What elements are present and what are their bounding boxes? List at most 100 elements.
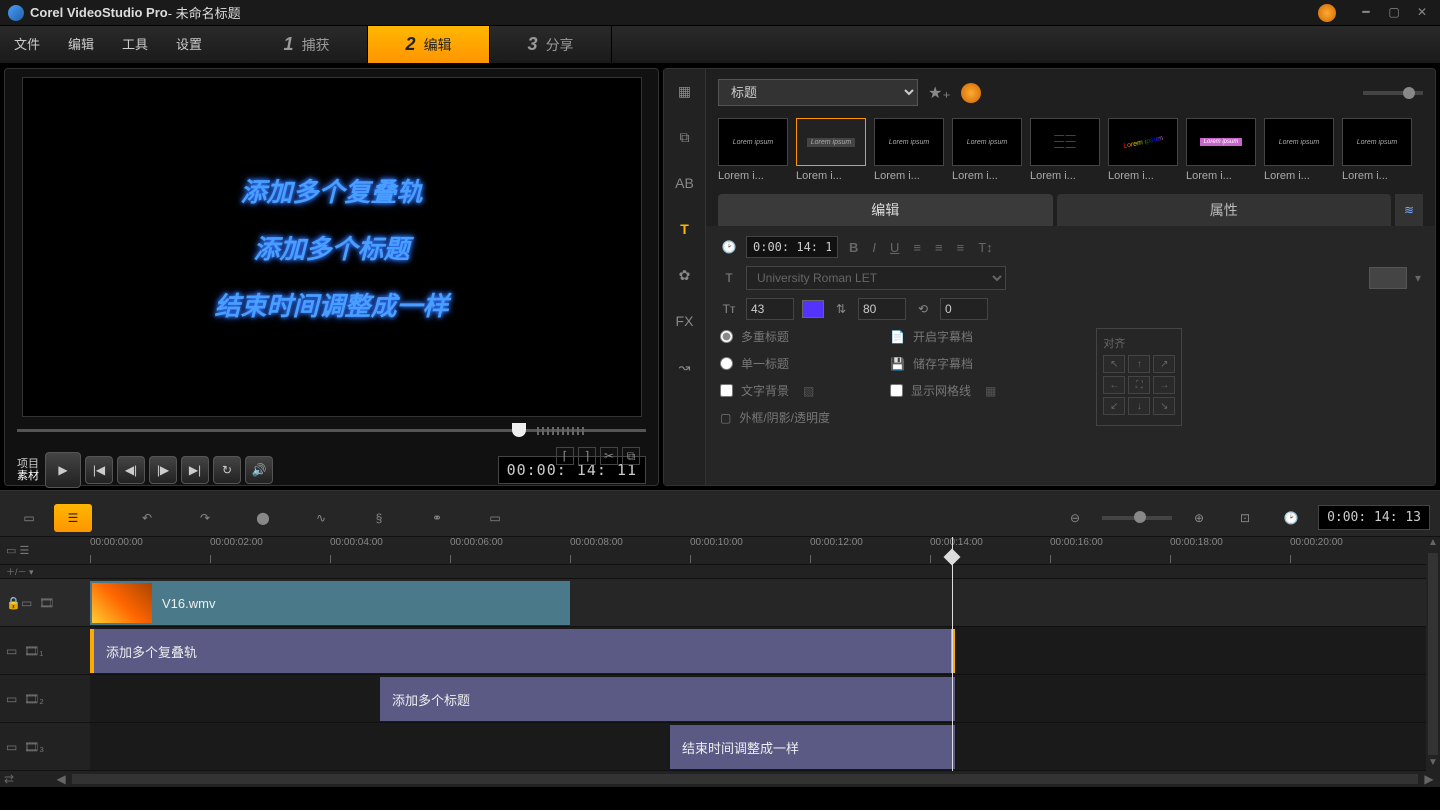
storyboard-view-button[interactable]: ▭ <box>10 504 48 532</box>
timeline-view-button[interactable]: ☰ <box>54 504 92 532</box>
step-share[interactable]: 3分享 <box>490 26 612 63</box>
rotate-field[interactable] <box>940 298 988 320</box>
mark-out-button[interactable]: ⌉ <box>578 447 596 465</box>
chapter-button[interactable]: ▭ <box>476 504 514 532</box>
overlay-track-2-header[interactable]: ▭ 🎞₂ <box>0 675 90 723</box>
save-subtitle-button[interactable]: 💾储存字幕档 <box>890 355 996 372</box>
title-preset[interactable]: Lorem ipsumLorem i... <box>1342 118 1412 182</box>
mode-label[interactable]: 项目素材 <box>17 458 39 482</box>
prev-frame-button[interactable]: ◀| <box>117 456 145 484</box>
align-br[interactable]: ↘ <box>1153 397 1175 415</box>
mark-in-button[interactable]: ⌈ <box>556 447 574 465</box>
leading-field[interactable] <box>858 298 906 320</box>
timeline-hscroll[interactable]: ⇄ ◀▶ <box>0 771 1440 787</box>
title-clip-3[interactable]: 结束时间调整成一样 <box>670 725 955 769</box>
align-right-button[interactable]: ≡ <box>954 240 968 255</box>
title-tab-icon[interactable]: T <box>671 215 699 243</box>
title-preset[interactable]: Lorem ipsumLorem i... <box>1186 118 1256 182</box>
timeline-timecode[interactable]: 0:00: 14: 13 <box>1318 505 1430 530</box>
close-button[interactable]: ✕ <box>1412 5 1432 21</box>
repeat-button[interactable]: ↻ <box>213 456 241 484</box>
media-tab-icon[interactable]: ▦ <box>671 77 699 105</box>
bold-button[interactable]: B <box>846 240 861 255</box>
playhead[interactable] <box>952 537 953 771</box>
overlay-track-2[interactable]: 添加多个标题 <box>90 675 1426 723</box>
title-preset[interactable]: —— ———— ———— ——Lorem i... <box>1030 118 1100 182</box>
video-track[interactable]: V16.wmv <box>90 579 1426 627</box>
preview-viewport[interactable]: 添加多个复叠轨 添加多个标题 结束时间调整成一样 <box>22 77 642 417</box>
zoom-out-button[interactable]: ⊖ <box>1056 504 1094 532</box>
next-frame-button[interactable]: |▶ <box>149 456 177 484</box>
fit-project-button[interactable]: ⊡ <box>1226 504 1264 532</box>
minimize-button[interactable]: ━ <box>1356 5 1376 21</box>
redo-button[interactable]: ↷ <box>186 504 224 532</box>
open-subtitle-button[interactable]: 📄开启字幕档 <box>890 328 996 345</box>
timeline-tracks[interactable]: 00:00:00:00 00:00:02:00 00:00:04:00 00:0… <box>90 537 1426 771</box>
play-button[interactable]: ▶ <box>45 452 81 488</box>
title-preset[interactable]: Lorem ipsumLorem i... <box>1264 118 1334 182</box>
menu-tools[interactable]: 工具 <box>108 26 162 64</box>
title-preset[interactable]: Lorem ipsumLorem i... <box>718 118 788 182</box>
category-select[interactable]: 标题 <box>718 79 918 106</box>
color-picker[interactable] <box>1369 267 1407 289</box>
overlay-track-1-header[interactable]: ▭ 🎞₁ <box>0 627 90 675</box>
zoom-in-button[interactable]: ⊕ <box>1180 504 1218 532</box>
menu-edit[interactable]: 编辑 <box>54 26 108 64</box>
guide-ball-icon[interactable] <box>961 83 981 103</box>
maximize-button[interactable]: ▢ <box>1384 5 1404 21</box>
audio-mixer-button[interactable]: ∿ <box>302 504 340 532</box>
title-style-tab-icon[interactable]: AB <box>671 169 699 197</box>
overlay-track-3[interactable]: 结束时间调整成一样 <box>90 723 1426 771</box>
volume-button[interactable]: 🔊 <box>245 456 273 484</box>
align-ml[interactable]: ← <box>1103 376 1125 394</box>
overlay-track-3-header[interactable]: ▭ 🎞₃ <box>0 723 90 771</box>
zoom-slider[interactable] <box>1102 516 1172 520</box>
align-tr[interactable]: ↗ <box>1153 355 1175 373</box>
scrub-thumb[interactable] <box>512 423 526 437</box>
record-button[interactable]: ⬤ <box>244 504 282 532</box>
menu-file[interactable]: 文件 <box>0 26 54 64</box>
align-left-button[interactable]: ≡ <box>910 240 924 255</box>
guide-badge-icon[interactable] <box>1318 4 1336 22</box>
auto-music-button[interactable]: § <box>360 504 398 532</box>
path-tab-icon[interactable]: ↝ <box>671 353 699 381</box>
font-select[interactable]: University Roman LET <box>746 266 1006 290</box>
show-grid-check[interactable]: 显示网格线▦ <box>890 382 996 399</box>
text-bg-check[interactable]: 文字背景▧ <box>720 382 830 399</box>
step-edit[interactable]: 2编辑 <box>368 26 490 63</box>
vertical-text-button[interactable]: T↕ <box>975 240 995 255</box>
thumb-size-slider[interactable] <box>1363 91 1423 95</box>
go-end-button[interactable]: ▶| <box>181 456 209 484</box>
underline-button[interactable]: U <box>887 240 902 255</box>
font-color-swatch[interactable] <box>802 300 824 318</box>
single-title-radio[interactable]: 单一标题 <box>720 355 830 372</box>
step-capture[interactable]: 1捕获 <box>246 26 368 63</box>
align-mr[interactable]: → <box>1153 376 1175 394</box>
tab-edit[interactable]: 编辑 <box>718 194 1053 226</box>
transition-tab-icon[interactable]: ⧉ <box>671 123 699 151</box>
graphic-tab-icon[interactable]: ✿ <box>671 261 699 289</box>
title-preset[interactable]: Lorem ipsumLorem i... <box>1108 118 1178 182</box>
outline-shadow-button[interactable]: ▢外框/阴影/透明度 <box>720 409 830 426</box>
go-start-button[interactable]: |◀ <box>85 456 113 484</box>
duration-field[interactable] <box>746 236 838 258</box>
favorite-button[interactable]: ★₊ <box>928 83 951 103</box>
title-clip-2[interactable]: 添加多个标题 <box>380 677 955 721</box>
video-clip[interactable]: V16.wmv <box>90 581 570 625</box>
align-tl[interactable]: ↖ <box>1103 355 1125 373</box>
align-tc[interactable]: ↑ <box>1128 355 1150 373</box>
title-preset[interactable]: Lorem ipsumLorem i... <box>952 118 1022 182</box>
track-header-controls[interactable]: ▭ ☰ <box>0 537 90 565</box>
menu-settings[interactable]: 设置 <box>162 26 216 64</box>
title-preset[interactable]: Lorem ipsumLorem i... <box>874 118 944 182</box>
cut-button[interactable]: ✂ <box>600 447 618 465</box>
align-bc[interactable]: ↓ <box>1128 397 1150 415</box>
panel-grip[interactable] <box>0 491 1440 499</box>
font-size-field[interactable] <box>746 298 794 320</box>
align-center-button[interactable]: ≡ <box>932 240 946 255</box>
track-manager-button[interactable]: ⚭ <box>418 504 456 532</box>
title-preset[interactable]: Lorem ipsumLorem i... <box>796 118 866 182</box>
align-mc[interactable]: ⛶ <box>1128 376 1150 394</box>
align-bl[interactable]: ↙ <box>1103 397 1125 415</box>
expand-panel-button[interactable]: ≋ <box>1395 194 1423 226</box>
